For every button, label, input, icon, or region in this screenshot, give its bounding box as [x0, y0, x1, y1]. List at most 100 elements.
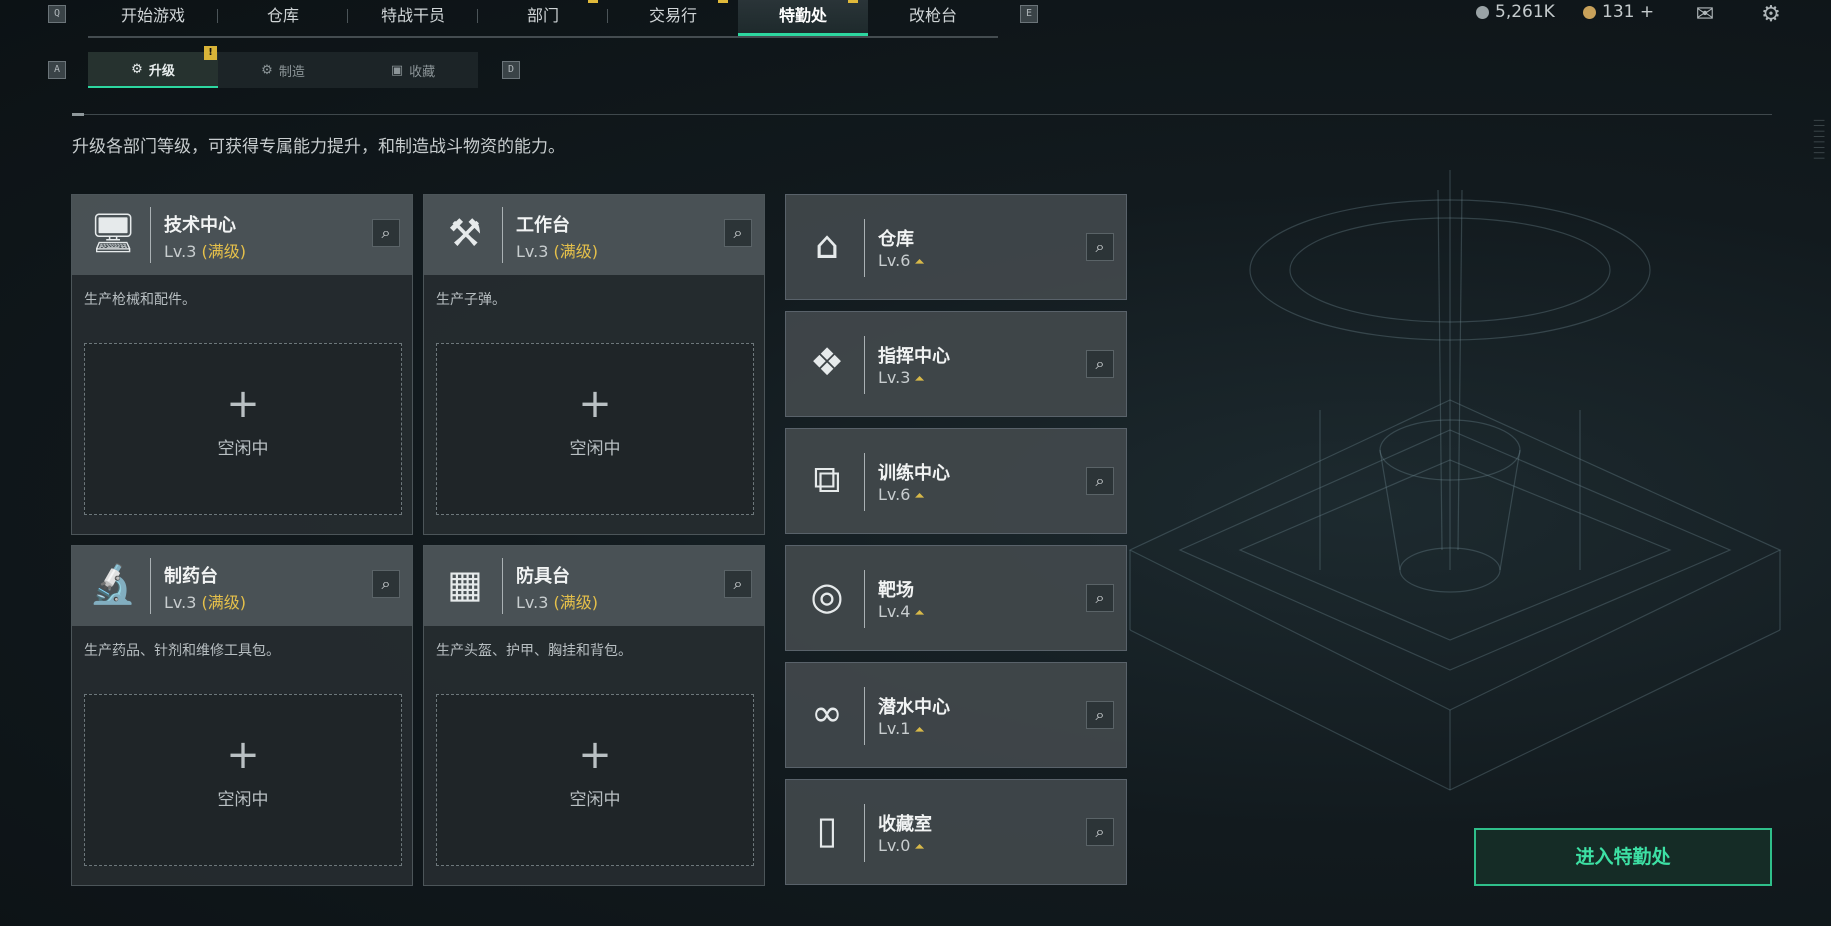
card-level: Lv.4 ⏶ — [878, 602, 925, 621]
max-level-tag: (满级) — [201, 242, 247, 261]
search-icon[interactable]: ⌕ — [724, 570, 752, 598]
card-level: Lv.3 (满级) — [164, 238, 246, 262]
level-value: Lv.6 — [878, 485, 911, 504]
tab-gunsmith[interactable]: 改枪台 — [868, 0, 998, 36]
department-card-warehouse[interactable]: ⌂ 仓库 Lv.6 ⏶ ⌕ — [785, 194, 1127, 300]
tab-departments-label: 部门 — [526, 6, 559, 25]
subtab-craft-label: 制造 — [278, 64, 305, 80]
base-wireframe-illustration — [1128, 170, 1782, 791]
header-separator — [864, 219, 865, 277]
tab-special-ops[interactable]: 特勤处 — [738, 0, 868, 36]
search-icon[interactable]: ⌕ — [1086, 233, 1114, 261]
dumbbell-icon: ⧉ — [813, 457, 841, 501]
currency-b[interactable]: 131 + — [1583, 2, 1654, 22]
card-title: 制药台 — [164, 566, 218, 587]
card-level: Lv.6 ⏶ — [878, 251, 925, 270]
max-level-tag: (满级) — [553, 593, 599, 612]
card-header: ▦ 防具台 Lv.3 (满级) ⌕ — [424, 546, 764, 626]
divider-line — [72, 114, 1772, 115]
card-title: 防具台 — [516, 566, 570, 587]
production-slot[interactable]: + 空闲中 — [84, 694, 402, 866]
page-description: 升级各部门等级，可获得专属能力提升，和制造战斗物资的能力。 — [72, 137, 565, 157]
department-card-training-center[interactable]: ⧉ 训练中心 Lv.6 ⏶ ⌕ — [785, 428, 1127, 534]
header-separator — [150, 207, 151, 263]
subtab-left-key-hint: A — [48, 61, 66, 79]
search-icon[interactable]: ⌕ — [724, 219, 752, 247]
search-icon[interactable]: ⌕ — [1086, 467, 1114, 495]
card-title: 靶场 — [878, 580, 914, 601]
coin-silver-icon — [1476, 5, 1489, 19]
tab-trading[interactable]: 交易行 — [608, 0, 738, 36]
tab-start-game[interactable]: 开始游戏 — [88, 0, 218, 36]
header-separator — [502, 558, 503, 614]
card-level: Lv.3 (满级) — [516, 238, 598, 262]
tab-trading-label: 交易行 — [648, 6, 697, 25]
tab-operators[interactable]: 特战干员 — [348, 0, 478, 36]
mail-icon[interactable]: ✉ — [1690, 2, 1720, 28]
card-title: 收藏室 — [878, 814, 932, 835]
search-icon[interactable]: ⌕ — [1086, 701, 1114, 729]
card-level: Lv.6 ⏶ — [878, 485, 925, 504]
production-slot[interactable]: + 空闲中 — [436, 343, 754, 515]
header-separator — [150, 558, 151, 614]
level-value: Lv.3 — [878, 368, 911, 387]
header-separator — [864, 453, 865, 511]
department-card-collection-room[interactable]: ▯ 收藏室 Lv.0 ⏶ ⌕ — [785, 779, 1127, 885]
subtab-right-key-hint: D — [502, 61, 520, 79]
card-description: 生产头盔、护甲、胸挂和背包。 — [436, 643, 632, 659]
cubes-icon: ▦ — [447, 562, 483, 606]
department-card-command-center[interactable]: ❖ 指挥中心 Lv.3 ⏶ ⌕ — [785, 311, 1127, 417]
coin-gold-icon — [1583, 5, 1596, 19]
header-separator — [864, 336, 865, 394]
tab-warehouse[interactable]: 仓库 — [218, 0, 348, 36]
slot-status: 空闲中 — [217, 439, 269, 459]
plus-icon: + — [226, 381, 260, 427]
subtabs: ⚙ 升级 ! ⚙ 制造 ▣ 收藏 — [88, 46, 478, 88]
search-icon[interactable]: ⌕ — [1086, 584, 1114, 612]
settings-gear-icon[interactable]: ⚙ — [1756, 2, 1786, 28]
subtab-collection[interactable]: ▣ 收藏 — [348, 52, 478, 88]
divider-accent — [72, 113, 84, 116]
side-tick-decoration: ▏▏▏▏▏▏▏▏ — [1813, 120, 1823, 164]
level-value: Lv.1 — [878, 719, 911, 738]
currency-a[interactable]: 5,261K — [1476, 2, 1555, 22]
card-level: Lv.1 ⏶ — [878, 719, 925, 738]
warehouse-icon: ⌂ — [814, 223, 840, 267]
search-icon[interactable]: ⌕ — [1086, 350, 1114, 378]
level-value: Lv.3 — [164, 242, 197, 261]
slot-status: 空闲中 — [569, 439, 621, 459]
slot-status: 空闲中 — [217, 790, 269, 810]
search-icon[interactable]: ⌕ — [372, 219, 400, 247]
card-description: 生产药品、针剂和维修工具包。 — [84, 643, 280, 659]
production-slot[interactable]: + 空闲中 — [84, 343, 402, 515]
diving-mask-icon: ∞ — [811, 691, 843, 735]
card-description: 生产枪械和配件。 — [84, 292, 196, 308]
search-icon[interactable]: ⌕ — [372, 570, 400, 598]
subtab-craft[interactable]: ⚙ 制造 — [218, 52, 348, 88]
notification-marker — [848, 0, 858, 3]
upgrade-arrow-icon: ⏶ — [914, 489, 925, 504]
department-card-diving-center[interactable]: ∞ 潜水中心 Lv.1 ⏶ ⌕ — [785, 662, 1127, 768]
card-header: 🔬 制药台 Lv.3 (满级) ⌕ — [72, 546, 412, 626]
search-icon[interactable]: ⌕ — [1086, 818, 1114, 846]
top-navigation: Q 开始游戏 仓库 特战干员 部门 交易行 特勤处 改枪台 E 5,261K 1… — [0, 0, 1831, 40]
computer-icon: 🖥 — [88, 211, 138, 255]
alert-badge: ! — [204, 46, 217, 60]
upgrade-icon: ⚙ — [131, 61, 143, 77]
card-title: 工作台 — [516, 215, 570, 236]
header-separator — [502, 207, 503, 263]
upgrade-arrow-icon: ⏶ — [914, 840, 925, 855]
header-separator — [864, 804, 865, 862]
tab-departments[interactable]: 部门 — [478, 0, 608, 36]
enter-special-ops-button[interactable]: 进入特勤处 — [1474, 828, 1772, 886]
target-icon: ◎ — [810, 574, 844, 618]
subtab-upgrade[interactable]: ⚙ 升级 ! — [88, 46, 218, 88]
card-description: 生产子弹。 — [436, 292, 506, 308]
hammer-wrench-icon: ⚒ — [447, 211, 483, 255]
production-slot[interactable]: + 空闲中 — [436, 694, 754, 866]
collection-case-icon: ▯ — [816, 808, 838, 852]
slot-status: 空闲中 — [569, 790, 621, 810]
subtab-upgrade-label: 升级 — [148, 63, 175, 79]
card-title: 潜水中心 — [878, 697, 950, 718]
department-card-shooting-range[interactable]: ◎ 靶场 Lv.4 ⏶ ⌕ — [785, 545, 1127, 651]
